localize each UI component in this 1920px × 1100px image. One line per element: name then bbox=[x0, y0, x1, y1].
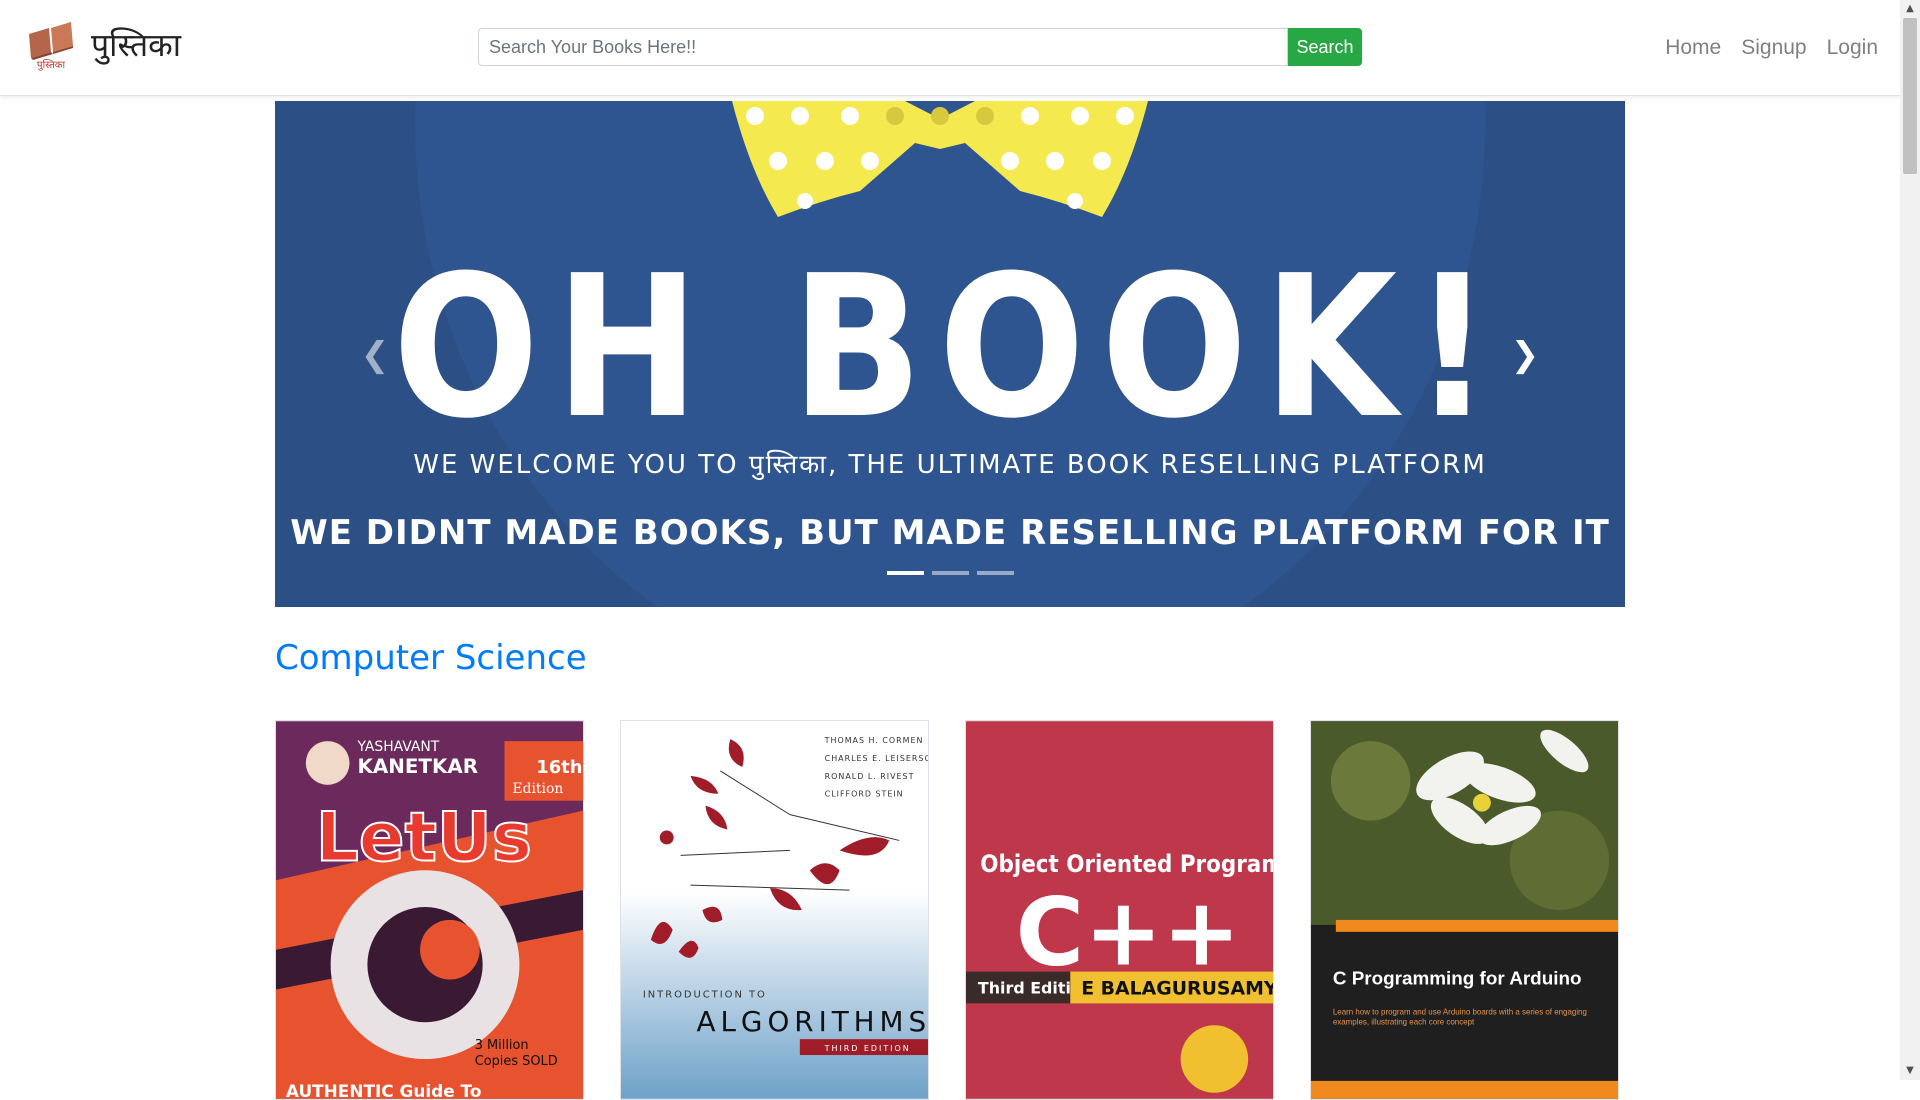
carousel-prev-button[interactable]: ❮ bbox=[355, 335, 395, 375]
hero-tagline: WE DIDNT MADE BOOKS, BUT MADE RESELLING … bbox=[290, 513, 1610, 553]
brand-name[interactable]: पुस्तिका bbox=[91, 23, 181, 66]
scroll-down-arrow-icon[interactable]: ▼ bbox=[1900, 1062, 1920, 1080]
scroll-thumb[interactable] bbox=[1903, 18, 1917, 174]
search-button[interactable]: Search bbox=[1288, 28, 1362, 66]
book-cover-image: THOMAS H. CORMEN CHARLES E. LEISERSON RO… bbox=[621, 721, 928, 1099]
search-form: Search bbox=[478, 28, 1362, 66]
chevron-left-icon: ❮ bbox=[360, 335, 390, 375]
svg-text:YASHAVANT: YASHAVANT bbox=[356, 739, 439, 755]
svg-text:ALGORITHMS: ALGORITHMS bbox=[697, 1005, 928, 1038]
carousel-indicator-3[interactable] bbox=[976, 571, 1014, 575]
nav-login-link[interactable]: Login bbox=[1827, 36, 1878, 60]
svg-text:E BALAGURUSAMY: E BALAGURUSAMY bbox=[1081, 977, 1273, 999]
svg-text:Object Oriented Programming: Object Oriented Programming bbox=[980, 851, 1273, 878]
bow-tie-graphic bbox=[732, 101, 1148, 217]
open-book-icon: पुस्तिका bbox=[29, 22, 73, 71]
book-card-introduction-to-algorithms[interactable]: THOMAS H. CORMEN CHARLES E. LEISERSON RO… bbox=[620, 720, 929, 1100]
book-cover-image: YASHAVANT KANETKAR 16th Edition LetUs 3 … bbox=[276, 721, 583, 1099]
svg-text:THIRD EDITION: THIRD EDITION bbox=[824, 1044, 911, 1053]
svg-text:Copies SOLD: Copies SOLD bbox=[475, 1054, 558, 1069]
book-card-c-programming-arduino[interactable]: C Programming for Arduino Learn how to p… bbox=[1310, 720, 1619, 1100]
svg-text:INTRODUCTION TO: INTRODUCTION TO bbox=[643, 989, 767, 1000]
svg-text:RONALD L. RIVEST: RONALD L. RIVEST bbox=[825, 772, 915, 781]
scroll-up-arrow-icon[interactable]: ▲ bbox=[1900, 0, 1920, 18]
book-card-oop-cpp[interactable]: Object Oriented Programming C++ Third Ed… bbox=[965, 720, 1274, 1100]
svg-text:THOMAS H. CORMEN: THOMAS H. CORMEN bbox=[824, 736, 924, 745]
svg-text:CLIFFORD STEIN: CLIFFORD STEIN bbox=[825, 790, 904, 799]
svg-text:Edition: Edition bbox=[512, 781, 563, 797]
svg-text:3 Million: 3 Million bbox=[475, 1038, 529, 1053]
search-input[interactable] bbox=[478, 28, 1288, 66]
hero-subtitle: WE WELCOME YOU TO पुस्तिका, THE ULTIMATE… bbox=[413, 450, 1487, 480]
svg-text:KANETKAR: KANETKAR bbox=[357, 755, 478, 778]
book-list: YASHAVANT KANETKAR 16th Edition LetUs 3 … bbox=[275, 720, 1619, 1100]
carousel-indicators bbox=[275, 571, 1625, 575]
section-title: Computer Science bbox=[275, 638, 587, 678]
nav-signup-link[interactable]: Signup bbox=[1741, 36, 1806, 60]
svg-text:LetUs: LetUs bbox=[316, 797, 532, 876]
hero-title: OH BOOK! bbox=[392, 234, 1508, 462]
svg-text:C Programming for Arduino: C Programming for Arduino bbox=[1333, 968, 1582, 989]
svg-text:पुस्तिका: पुस्तिका bbox=[37, 59, 66, 71]
brand[interactable]: पुस्तिका पुस्तिका bbox=[25, 14, 181, 74]
hero-carousel: OH BOOK! WE WELCOME YOU TO पुस्तिका, THE… bbox=[275, 101, 1625, 607]
book-cover-image: C Programming for Arduino Learn how to p… bbox=[1311, 721, 1618, 1099]
navbar: पुस्तिका पुस्तिका Search Home Signup Log… bbox=[0, 0, 1900, 96]
page-scrollbar[interactable]: ▲ ▼ bbox=[1900, 0, 1920, 1080]
nav-links: Home Signup Login bbox=[1665, 36, 1878, 60]
svg-text:CHARLES E. LEISERSON: CHARLES E. LEISERSON bbox=[825, 754, 928, 763]
svg-text:C++: C++ bbox=[1016, 879, 1241, 988]
svg-text:AUTHENTIC Guide To: AUTHENTIC Guide To bbox=[286, 1081, 482, 1099]
svg-text:16th: 16th bbox=[536, 757, 582, 778]
carousel-indicator-1[interactable] bbox=[886, 571, 924, 575]
book-cover-image: Object Oriented Programming C++ Third Ed… bbox=[966, 721, 1273, 1099]
chevron-right-icon: ❯ bbox=[1510, 335, 1540, 375]
carousel-next-button[interactable]: ❯ bbox=[1505, 335, 1545, 375]
carousel-indicator-2[interactable] bbox=[931, 571, 969, 575]
nav-home-link[interactable]: Home bbox=[1665, 36, 1721, 60]
book-card-let-us-c[interactable]: YASHAVANT KANETKAR 16th Edition LetUs 3 … bbox=[275, 720, 584, 1100]
